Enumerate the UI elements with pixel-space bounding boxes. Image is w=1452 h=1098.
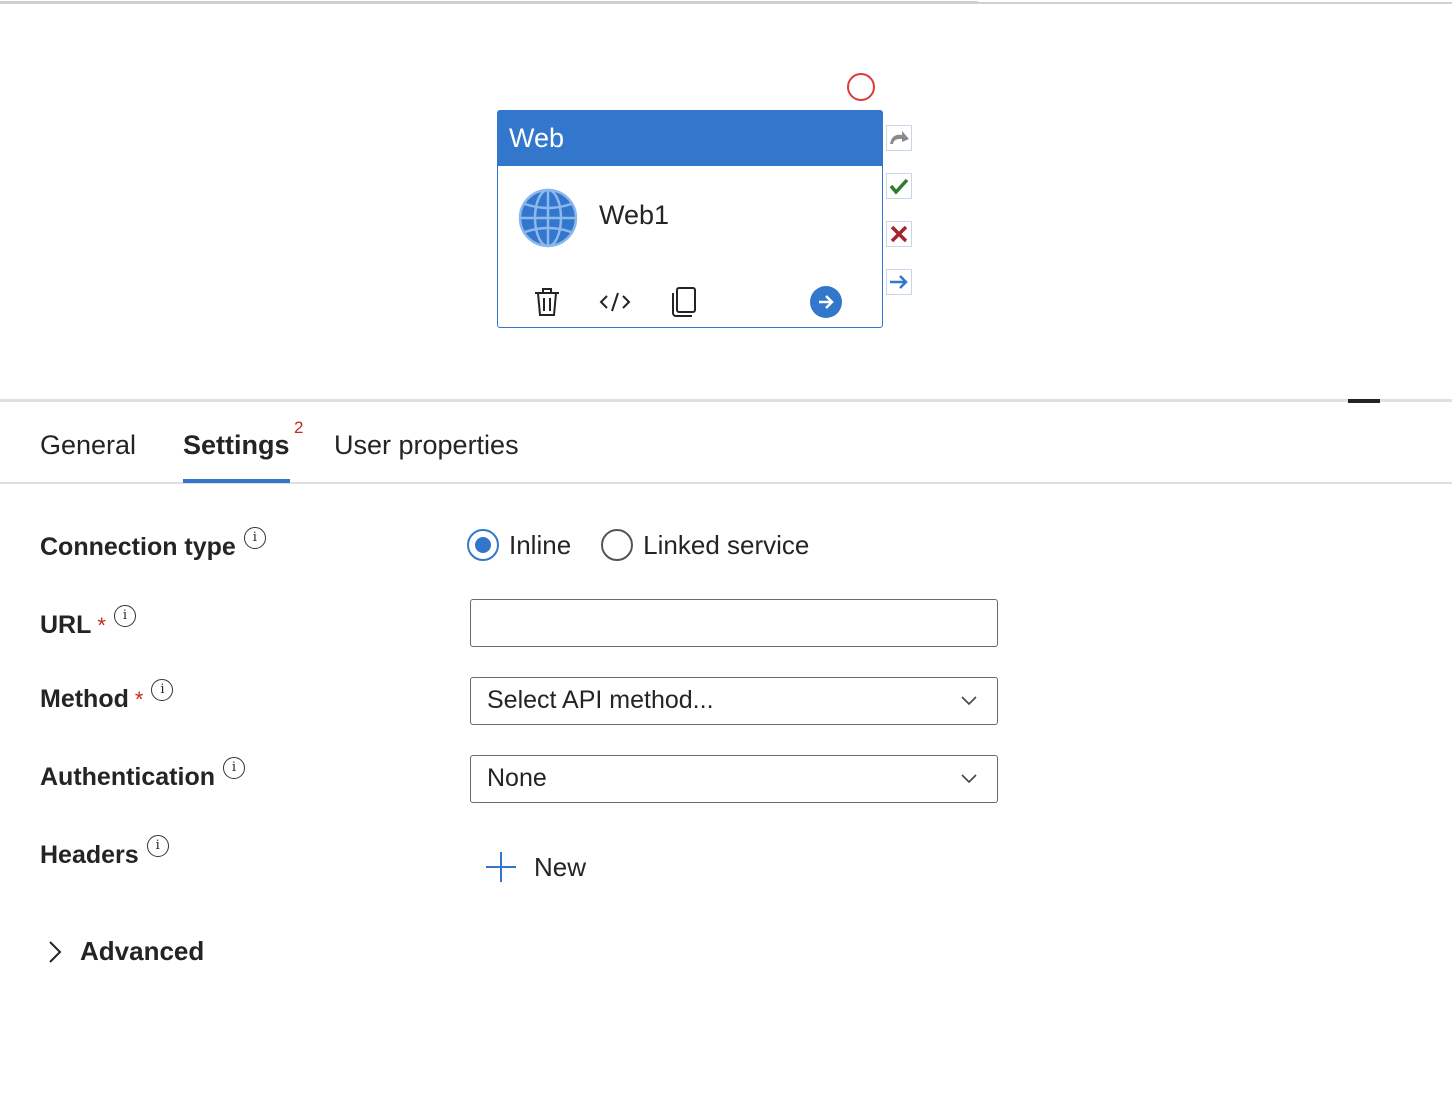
authentication-label: Authenticationi [40,763,245,792]
label-text: URL [40,611,91,639]
info-icon[interactable]: i [147,835,169,857]
method-select[interactable]: Select API method... [470,677,998,725]
advanced-expander[interactable]: Advanced [44,936,204,967]
tab-user-properties[interactable]: User properties [334,430,519,482]
headers-label: Headersi [40,841,169,870]
tab-settings[interactable]: Settings 2 [183,430,290,482]
required-marker: * [135,687,144,712]
connection-type-radio-group: Inline Linked service [467,529,839,561]
error-count-badge: 2 [294,418,303,438]
code-icon[interactable] [598,284,632,320]
new-header-button[interactable]: New [484,850,586,884]
tab-general[interactable]: General [40,430,136,482]
radio-linked-service[interactable] [601,529,633,561]
top-border [0,1,978,4]
method-select-value: Select API method... [487,686,714,714]
splitter-grip[interactable] [1348,399,1380,403]
url-label: URL*i [40,611,136,640]
node-type-label: Web [498,111,882,166]
chevron-down-icon [959,690,979,710]
chevron-right-icon [44,938,66,966]
node-name: Web1 [599,200,669,231]
tab-label: General [40,430,136,460]
label-text: Headers [40,841,139,869]
skip-icon[interactable] [886,125,912,151]
radio-linked-service-label[interactable]: Linked service [643,530,809,561]
radio-inline[interactable] [467,529,499,561]
authentication-select-value: None [487,764,547,792]
globe-icon [518,188,578,248]
chevron-down-icon [959,768,979,788]
label-text: Connection type [40,533,236,561]
plus-icon [484,850,518,884]
tab-label: User properties [334,430,519,460]
error-indicator-icon[interactable] [847,73,875,101]
top-border [978,2,1452,4]
failure-x-icon[interactable] [886,221,912,247]
info-icon[interactable]: i [244,527,266,549]
info-icon[interactable]: i [151,679,173,701]
tab-label: Settings [183,430,290,460]
go-arrow-icon[interactable] [809,284,843,320]
completion-arrow-icon[interactable] [886,269,912,295]
new-header-label: New [534,852,586,883]
delete-icon[interactable] [530,284,564,320]
properties-tabs: General Settings 2 User properties [0,420,1452,484]
info-icon[interactable]: i [223,757,245,779]
label-text: Authentication [40,763,215,791]
web-activity-node[interactable]: Web Web1 [497,110,883,328]
label-text: Method [40,685,129,713]
info-icon[interactable]: i [114,605,136,627]
success-check-icon[interactable] [886,173,912,199]
url-input[interactable] [470,599,998,647]
connection-type-label: Connection typei [40,533,266,562]
authentication-select[interactable]: None [470,755,998,803]
advanced-label: Advanced [80,936,204,967]
radio-inline-label[interactable]: Inline [509,530,571,561]
required-marker: * [97,613,106,638]
panel-splitter[interactable] [0,399,1452,402]
method-label: Method*i [40,685,173,714]
copy-icon[interactable] [666,284,700,320]
